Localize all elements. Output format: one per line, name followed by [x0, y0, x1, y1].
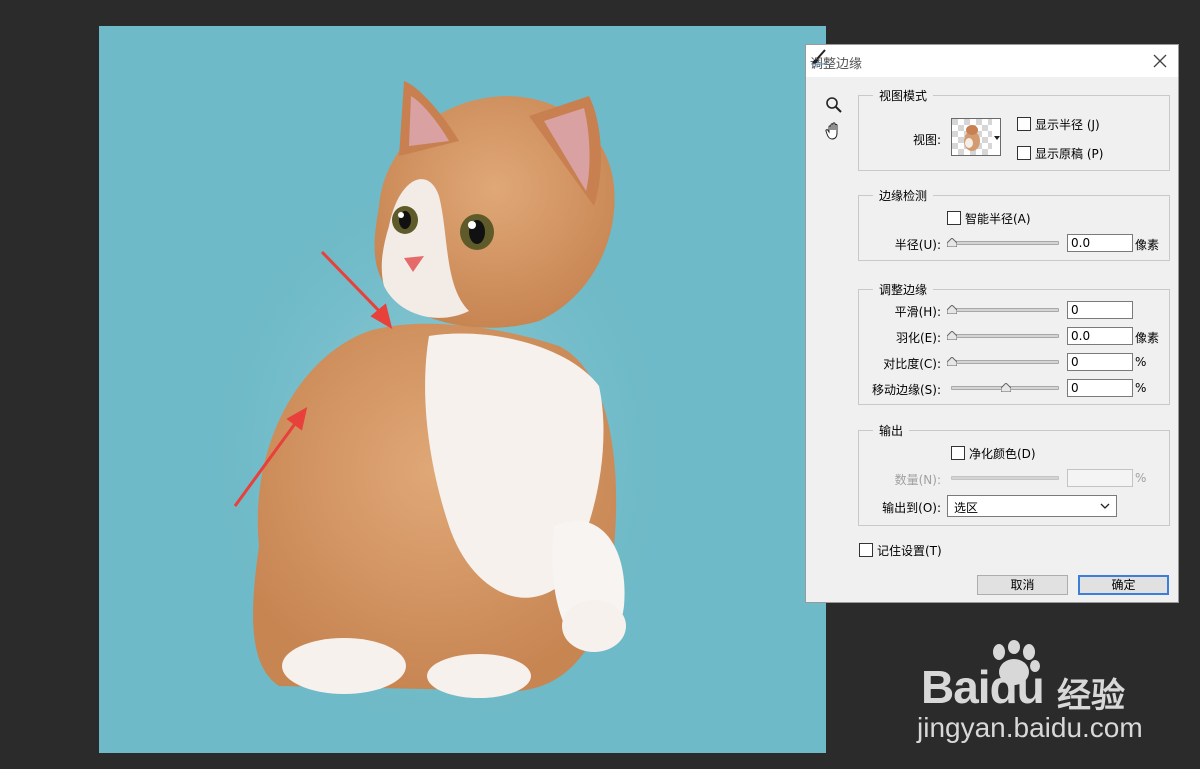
amount-input — [1067, 469, 1133, 487]
radius-input[interactable]: 0.0 — [1067, 234, 1133, 252]
adjust-edge-legend: 调整边缘 — [873, 281, 934, 298]
output-to-label: 输出到(O): — [882, 501, 941, 515]
cat-image — [199, 81, 679, 746]
chevron-down-icon — [1100, 503, 1110, 509]
show-radius-checkbox[interactable] — [1017, 117, 1031, 131]
amount-label: 数量(N): — [894, 473, 941, 487]
feather-unit: 像素 — [1135, 331, 1160, 345]
document-canvas[interactable] — [99, 26, 826, 753]
contrast-slider-thumb[interactable] — [947, 357, 957, 366]
remember-settings-label: 记住设置(T) — [877, 544, 942, 558]
show-original-checkbox[interactable] — [1017, 146, 1031, 160]
close-icon[interactable] — [1148, 49, 1172, 73]
output-legend: 输出 — [873, 422, 910, 439]
radius-slider-track[interactable] — [951, 241, 1059, 245]
show-radius-label: 显示半径 (J) — [1035, 118, 1100, 132]
show-original-label: 显示原稿 (P) — [1035, 147, 1104, 161]
cancel-button[interactable]: 取消 — [977, 575, 1068, 595]
output-to-value: 选区 — [954, 501, 979, 515]
contrast-label: 对比度(C): — [883, 357, 941, 371]
shift-edge-unit: % — [1135, 381, 1147, 395]
view-thumbnail — [952, 119, 992, 155]
ok-button[interactable]: 确定 — [1078, 575, 1169, 595]
remember-settings-checkbox[interactable] — [859, 543, 873, 557]
output-group: 输出 净化颜色(D) 数量(N): % 输出到(O): 选区 — [858, 422, 1170, 526]
edge-detection-group: 边缘检测 智能半径(A) 半径(U): 0.0 像素 — [858, 187, 1170, 261]
amount-unit: % — [1135, 471, 1147, 485]
refine-edge-dialog: 调整边缘 视图模式 视图: 显示半径 (J) 显示原稿 (P) 边缘检测 智能半… — [805, 44, 1179, 603]
smooth-label: 平滑(H): — [894, 305, 941, 319]
shift-edge-label: 移动边缘(S): — [871, 383, 941, 397]
shift-edge-slider-thumb[interactable] — [1001, 383, 1011, 392]
contrast-slider-track[interactable] — [951, 360, 1059, 364]
contrast-unit: % — [1135, 355, 1147, 369]
feather-input[interactable]: 0.0 — [1067, 327, 1133, 345]
view-mode-legend: 视图模式 — [873, 87, 934, 104]
contrast-input[interactable]: 0 — [1067, 353, 1133, 371]
watermark-chinese: 经验 — [1057, 676, 1125, 716]
shift-edge-input[interactable]: 0 — [1067, 379, 1133, 397]
radius-slider-thumb[interactable] — [947, 238, 957, 247]
smooth-input[interactable]: 0 — [1067, 301, 1133, 319]
output-to-select[interactable]: 选区 — [947, 495, 1117, 517]
smooth-slider-thumb[interactable] — [947, 305, 957, 314]
dialog-titlebar[interactable]: 调整边缘 — [806, 45, 1178, 77]
brush-icon — [811, 49, 827, 65]
feather-slider-track[interactable] — [951, 334, 1059, 338]
feather-label: 羽化(E): — [896, 331, 941, 345]
hand-icon[interactable] — [824, 121, 844, 141]
decontaminate-label: 净化颜色(D) — [969, 447, 1036, 461]
view-mode-group: 视图模式 视图: 显示半径 (J) 显示原稿 (P) — [858, 87, 1170, 171]
feather-slider-thumb[interactable] — [947, 331, 957, 340]
adjust-edge-group: 调整边缘 平滑(H): 0 羽化(E): 0.0 像素 对比度(C): 0 % … — [858, 281, 1170, 405]
chevron-down-icon — [994, 136, 1000, 140]
watermark-url: jingyan.baidu.com — [917, 712, 1143, 743]
amount-slider-track — [951, 476, 1059, 480]
radius-unit: 像素 — [1135, 238, 1160, 252]
edge-detection-legend: 边缘检测 — [873, 187, 934, 204]
watermark-brand: Baidu — [921, 661, 1045, 713]
view-label: 视图: — [913, 133, 942, 147]
view-mode-dropdown[interactable] — [951, 118, 1001, 156]
smart-radius-label: 智能半径(A) — [965, 212, 1031, 226]
smart-radius-checkbox[interactable] — [947, 211, 961, 225]
radius-label: 半径(U): — [894, 238, 941, 252]
baidu-watermark: Baidu 经验 jingyan.baidu.com — [905, 640, 1195, 750]
smooth-slider-track[interactable] — [951, 308, 1059, 312]
zoom-icon[interactable] — [824, 95, 844, 115]
decontaminate-checkbox[interactable] — [951, 446, 965, 460]
